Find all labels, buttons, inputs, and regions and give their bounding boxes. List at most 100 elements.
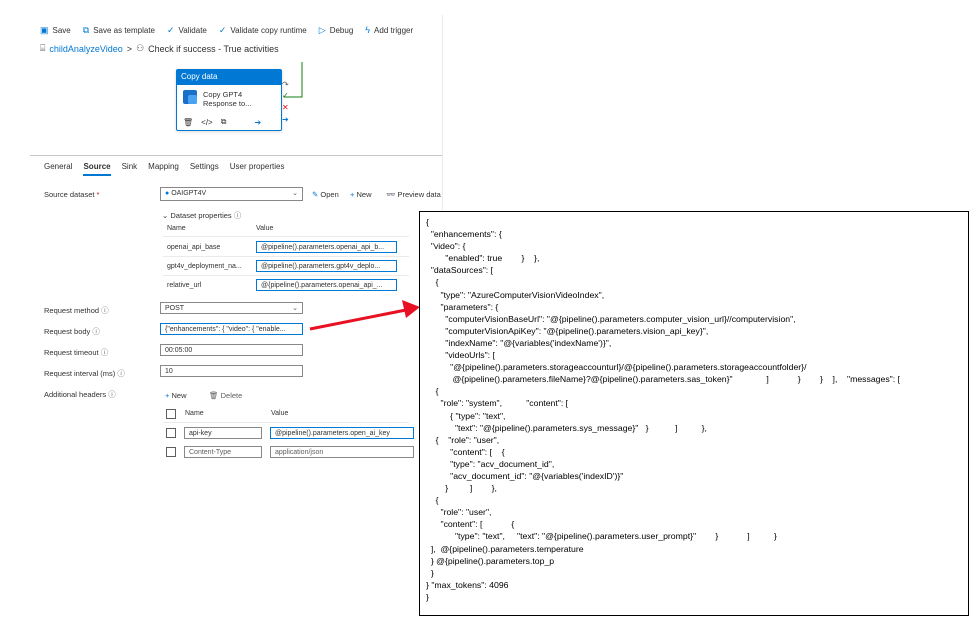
code-line: "content": [ { [426, 519, 515, 530]
activity-header: Copy data [177, 70, 281, 85]
code-line: } [426, 567, 434, 578]
code-line: { "role": "user", [426, 434, 500, 445]
template-icon: ⧉ [82, 24, 90, 35]
activity-name-line1: Copy GPT4 [203, 90, 243, 99]
props-col-name: Name [167, 225, 186, 232]
edit-icon: ✎ [312, 190, 319, 199]
code-line: "video": { [426, 241, 466, 252]
divider [163, 422, 409, 423]
debug-button[interactable]: ▷ Debug [319, 25, 354, 36]
validate-button[interactable]: ✓ Validate [167, 25, 207, 36]
info-icon: ⓘ [108, 390, 116, 399]
prop-value-input[interactable]: @pipeline().parameters.gpt4v_deplo... [256, 260, 397, 272]
request-body-input[interactable]: {"enhancements": { "video": { "enable... [160, 323, 303, 335]
tab-settings[interactable]: Settings [190, 162, 219, 176]
preview-data-button[interactable]: 👓 Preview data [386, 190, 441, 199]
request-method-label: Request method ⓘ [44, 306, 109, 315]
code-line: { "type": "text", [426, 410, 506, 421]
code-line: "computerVisionApiKey": "@{pipeline().pa… [426, 325, 709, 336]
prop-value-input[interactable]: @pipeline().parameters.openai_api_b... [256, 241, 397, 253]
open-dataset-button[interactable]: ✎ Open [312, 190, 339, 199]
code-line: "acv_document_id": "@{variables('indexID… [426, 470, 624, 481]
new-dataset-button[interactable]: + New [350, 190, 372, 199]
divider [163, 275, 409, 276]
code-line: "enhancements": { [426, 229, 502, 240]
request-interval-input[interactable]: 10 [160, 365, 303, 377]
code-line: { [426, 386, 439, 397]
code-line: "text": "@{pipeline().parameters.sys_mes… [426, 422, 707, 433]
tab-sink[interactable]: Sink [122, 162, 138, 176]
add-trigger-button[interactable]: ϟ Add trigger [365, 25, 413, 35]
code-line: @{pipeline().parameters.fileName}?@{pipe… [426, 374, 901, 385]
copy-data-icon [183, 90, 197, 104]
info-icon: ⓘ [100, 348, 109, 357]
chevron-down-icon: ⌄ [292, 305, 298, 312]
prop-value-input[interactable]: @{pipeline().parameters.openai_api_... [256, 279, 397, 291]
code-line: } @{pipeline().parameters.top_p [426, 555, 555, 566]
clone-icon[interactable]: ⧉ [221, 117, 227, 127]
code-line: ], @{pipeline().parameters.temperature [426, 543, 584, 554]
tab-source[interactable]: Source [83, 162, 111, 176]
skip-path-icon[interactable]: ↷ [282, 80, 289, 89]
code-line: "type": "acv_document_id", [426, 458, 555, 469]
select-all-checkbox[interactable] [166, 409, 176, 419]
source-dataset-label: Source dataset * [44, 190, 100, 199]
prop-name: openai_api_base [167, 244, 221, 251]
failure-path-icon[interactable]: ✕ [282, 103, 289, 112]
code-line: "role": "system", "content": [ [426, 398, 569, 409]
completion-path-icon[interactable]: ➔ [282, 115, 289, 124]
code-line: "type": "text", "text": "@{pipeline().pa… [426, 531, 777, 542]
request-timeout-input[interactable]: 00:05:00 [160, 344, 303, 356]
code-line: "role": "user", [426, 507, 492, 518]
code-line: { [426, 277, 439, 288]
prop-name: gpt4v_deployment_na... [167, 263, 242, 270]
code-line: "type": "AzureComputerVisionVideoIndex", [426, 289, 605, 300]
header-value-input[interactable]: application/json [270, 446, 414, 458]
toolbar: ▣ Save ⧉ Save as template ✓ Validate ✓ Valid… [40, 22, 413, 38]
plus-icon: + [350, 190, 355, 199]
code-line: } "max_tokens": 4096 [426, 579, 509, 590]
annotation-arrow [309, 300, 420, 331]
divider [163, 236, 409, 237]
source-dataset-select[interactable]: ● OAIGPT4V ⌄ [160, 187, 303, 201]
delete-header-button[interactable]: 🗑 Delete [209, 391, 242, 400]
info-icon: ⓘ [101, 306, 109, 315]
divider [163, 256, 409, 257]
code-line: } ] }, [426, 483, 497, 494]
dataset-properties-toggle[interactable]: ⌄ Dataset properties ⓘ [162, 210, 241, 221]
code-line: "enabled": true } }, [426, 253, 540, 264]
header-row-checkbox[interactable] [166, 447, 176, 457]
header-name-input[interactable]: api-key [184, 427, 262, 439]
request-method-select[interactable]: POST ⌄ [160, 302, 303, 314]
code-line: "dataSources": [ [426, 265, 494, 276]
code-icon[interactable]: </> [201, 118, 213, 127]
property-tabs: General Source Sink Mapping Settings Use… [44, 162, 284, 176]
copy-data-activity[interactable]: Copy data Copy GPT4 Response to... 🗑 </>… [176, 69, 282, 131]
add-header-button[interactable]: + New [165, 391, 187, 400]
header-value-input[interactable]: @pipeline().parameters.open_ai_key [270, 427, 414, 439]
tab-user-properties[interactable]: User properties [230, 162, 285, 176]
validate-copy-runtime-button[interactable]: ✓ Validate copy runtime [219, 25, 307, 36]
code-line: "computerVisionBaseUrl": "@{pipeline().p… [426, 313, 796, 324]
header-name-input[interactable]: Content-Type [184, 446, 262, 458]
arrow-right-circle-icon[interactable]: ➔ [254, 118, 261, 127]
request-body-json-overlay: { "enhancements": { "video": { "enabled"… [419, 211, 969, 616]
tab-general[interactable]: General [44, 162, 72, 176]
success-path-icon[interactable]: ✓ [282, 91, 289, 100]
dataset-icon: ● [165, 190, 170, 197]
code-line: "content": [ { [426, 446, 505, 457]
headers-col-name: Name [185, 410, 204, 417]
play-icon: ▷ [318, 24, 326, 35]
check-icon: ✓ [218, 24, 227, 35]
request-interval-label: Request interval (ms) ⓘ [44, 369, 125, 378]
header-row-checkbox[interactable] [166, 428, 176, 438]
save-as-template-button[interactable]: ⧉ Save as template [83, 25, 155, 36]
code-line: "parameters": { [426, 301, 499, 312]
info-icon: ⓘ [233, 211, 242, 220]
info-icon: ⓘ [117, 369, 125, 378]
tab-mapping[interactable]: Mapping [148, 162, 179, 176]
plus-icon: + [165, 391, 170, 400]
chevron-down-icon: ⌄ [292, 190, 298, 197]
save-button[interactable]: ▣ Save [40, 25, 71, 36]
delete-icon[interactable]: 🗑 [183, 118, 193, 127]
